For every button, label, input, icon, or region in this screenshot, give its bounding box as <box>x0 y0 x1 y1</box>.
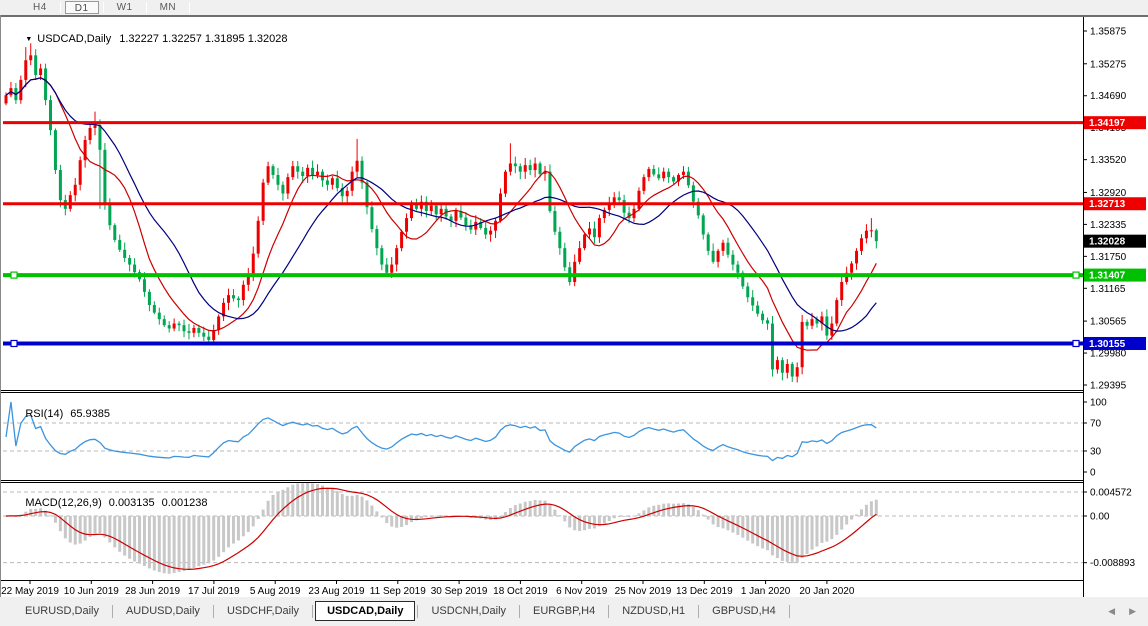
date-tick-label: 17 Jul 2019 <box>188 586 240 597</box>
macd-main-value: 0.003135 <box>109 497 155 509</box>
timeframe-button-h4[interactable]: H4 <box>24 1 56 14</box>
tab-separator <box>789 605 790 618</box>
timeframe-button-w1[interactable]: W1 <box>108 1 142 14</box>
price-tick-label: 1.29395 <box>1090 381 1127 392</box>
date-tick-label: 10 Jun 2019 <box>64 586 119 597</box>
toolbar-separator <box>146 2 147 13</box>
svg-text:1.34197: 1.34197 <box>1089 118 1126 129</box>
svg-text:1.31407: 1.31407 <box>1089 271 1126 282</box>
price-tick-label: 1.31750 <box>1090 252 1127 263</box>
svg-text:1.30155: 1.30155 <box>1089 339 1126 350</box>
symbol-tab-eurusd[interactable]: EURUSD,Daily <box>14 602 110 620</box>
date-tick-label: 28 Jun 2019 <box>125 586 180 597</box>
macd-scale-label: 0.004572 <box>1090 488 1132 499</box>
price-tick-label: 1.31165 <box>1090 284 1126 295</box>
chart-symbol-title: USDCAD,Daily <box>37 33 111 45</box>
date-tick-label: 6 Nov 2019 <box>556 586 608 597</box>
chart-window: 1.358751.352751.346901.341051.335201.329… <box>0 15 1148 597</box>
symbol-tab-usdchf[interactable]: USDCHF,Daily <box>216 602 310 620</box>
toolbar-separator <box>103 2 104 13</box>
date-tick-label: 11 Sep 2019 <box>370 586 426 597</box>
line-handle <box>11 340 17 346</box>
price-tick-label: 1.32335 <box>1090 220 1127 231</box>
macd-signal-value: 0.001238 <box>162 497 208 509</box>
symbol-tabbar: EURUSD,Daily AUDUSD,Daily USDCHF,Daily USDC… <box>0 597 1148 625</box>
date-tick-label: 25 Nov 2019 <box>615 586 672 597</box>
tab-separator <box>417 605 418 618</box>
symbol-tab-gbpusd[interactable]: GBPUSD,H4 <box>701 602 787 620</box>
date-tick-label: 20 Jan 2020 <box>799 586 854 597</box>
tabbar-nav-arrows: ◀▶ <box>1108 606 1136 617</box>
price-tick-label: 1.30565 <box>1090 317 1127 328</box>
toolbar-separator <box>60 2 61 13</box>
hline-price-label: 1.30155 <box>1084 337 1146 350</box>
svg-text:1.32028: 1.32028 <box>1089 237 1126 248</box>
line-handle <box>11 272 17 278</box>
tab-separator <box>608 605 609 618</box>
svg-text:1.32713: 1.32713 <box>1089 199 1126 210</box>
date-tick-label: 23 Aug 2019 <box>308 586 365 597</box>
symbol-tab-usdcnh[interactable]: USDCNH,Daily <box>420 602 517 620</box>
hline-price-label: 1.31407 <box>1084 269 1146 282</box>
date-tick-label: 22 May 2019 <box>1 586 59 597</box>
tab-separator <box>213 605 214 618</box>
current-price-label: 1.32028 <box>1084 235 1146 248</box>
macd-scale-label: 0.00 <box>1090 512 1110 523</box>
chart-title-bar: ▼ USDCAD,Daily 1.32227 1.32257 1.31895 1.3… <box>7 21 287 57</box>
date-tick-label: 5 Aug 2019 <box>250 586 301 597</box>
price-tick-label: 1.35275 <box>1090 59 1127 70</box>
mt4-window: H4D1W1MN 1.358751.352751.346901.341051.3… <box>0 0 1148 626</box>
rsi-value: 65.9385 <box>70 408 110 420</box>
chart-dropdown-icon[interactable]: ▼ <box>25 36 32 43</box>
symbol-tabs: EURUSD,Daily AUDUSD,Daily USDCHF,Daily USDC… <box>14 601 792 621</box>
symbol-tab-audusd[interactable]: AUDUSD,Daily <box>115 602 211 620</box>
tab-separator <box>519 605 520 618</box>
rsi-scale-label: 70 <box>1090 419 1102 430</box>
macd-name: MACD(12,26,9) <box>25 497 101 509</box>
date-tick-label: 18 Oct 2019 <box>493 586 548 597</box>
macd-indicator-label: MACD(12,26,9) 0.003135 0.001238 <box>7 485 208 521</box>
line-handle <box>1073 272 1079 278</box>
date-tick-label: 30 Sep 2019 <box>431 586 488 597</box>
price-tick-label: 1.33520 <box>1090 155 1127 166</box>
date-tick-label: 13 Dec 2019 <box>676 586 733 597</box>
rsi-scale-label: 0 <box>1090 468 1096 479</box>
tab-separator <box>112 605 113 618</box>
tab-scroll-left-icon[interactable]: ◀ <box>1108 606 1115 617</box>
toolbar-separator <box>189 2 190 13</box>
rsi-scale-label: 30 <box>1090 447 1102 458</box>
tab-separator <box>698 605 699 618</box>
ohlc-readout: 1.32227 1.32257 1.31895 1.32028 <box>119 33 287 45</box>
price-tick-label: 1.34690 <box>1090 91 1127 102</box>
hline-price-label: 1.34197 <box>1084 116 1146 129</box>
symbol-tab-usdcad[interactable]: USDCAD,Daily <box>315 601 415 621</box>
hline-price-label: 1.32713 <box>1084 197 1146 210</box>
rsi-indicator-label: RSI(14) 65.9385 <box>7 396 110 432</box>
date-tick-label: 1 Jan 2020 <box>741 586 791 597</box>
symbol-tab-nzdusd[interactable]: NZDUSD,H1 <box>611 602 696 620</box>
tab-separator <box>312 605 313 618</box>
tab-scroll-right-icon[interactable]: ▶ <box>1129 606 1136 617</box>
timeframe-toolbar: H4 D1 W1 MN <box>0 0 1148 15</box>
macd-scale-label: -0.008893 <box>1090 558 1135 569</box>
price-tick-label: 1.35875 <box>1090 27 1127 38</box>
timeframe-button-d1[interactable]: D1 <box>65 1 99 14</box>
price-tick-label: 1.29980 <box>1090 349 1127 360</box>
rsi-name: RSI(14) <box>25 408 63 420</box>
symbol-tab-eurgbp[interactable]: EURGBP,H4 <box>522 602 606 620</box>
timeframe-button-mn[interactable]: MN <box>151 1 186 14</box>
rsi-scale-label: 100 <box>1090 398 1107 409</box>
line-handle <box>1073 340 1079 346</box>
